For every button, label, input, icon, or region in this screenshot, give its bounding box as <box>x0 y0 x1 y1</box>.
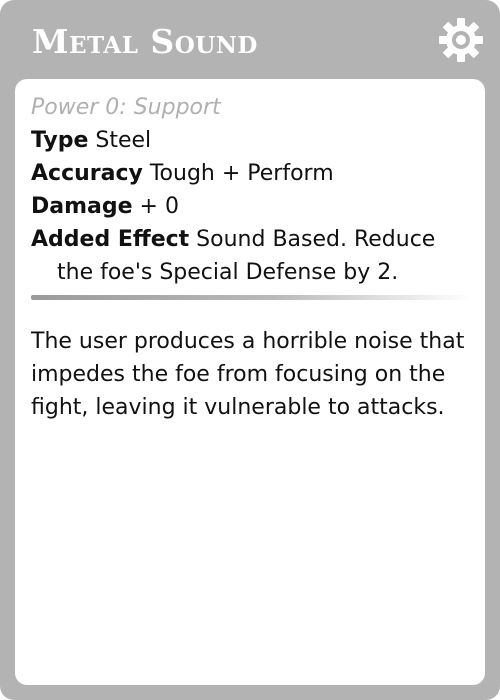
move-description: The user produces a horrible noise that … <box>31 329 465 420</box>
added-effect-label: Added Effect <box>31 227 190 252</box>
type-value: Steel <box>88 128 152 153</box>
move-card: Metal Sound Power 0: Support Type Steel … <box>0 0 500 700</box>
move-details-panel: Power 0: Support Type Steel Accuracy Tou… <box>15 79 485 685</box>
damage-value: + 0 <box>132 194 179 219</box>
accuracy-label: Accuracy <box>31 161 143 186</box>
type-label: Type <box>31 128 89 153</box>
power-line: Power 0: Support <box>31 95 221 120</box>
accuracy-value: Tough + Perform <box>142 161 334 186</box>
move-title: Metal Sound <box>32 22 258 61</box>
added-effect-row: Added Effect Sound Based. Reduce the foe… <box>31 223 469 289</box>
type-row: Type Steel <box>31 124 469 157</box>
card-header: Metal Sound <box>0 0 500 82</box>
accuracy-row: Accuracy Tough + Perform <box>31 157 469 190</box>
gear-icon[interactable] <box>438 17 484 63</box>
damage-label: Damage <box>31 194 133 219</box>
section-divider <box>31 295 471 300</box>
damage-row: Damage + 0 <box>31 190 469 223</box>
